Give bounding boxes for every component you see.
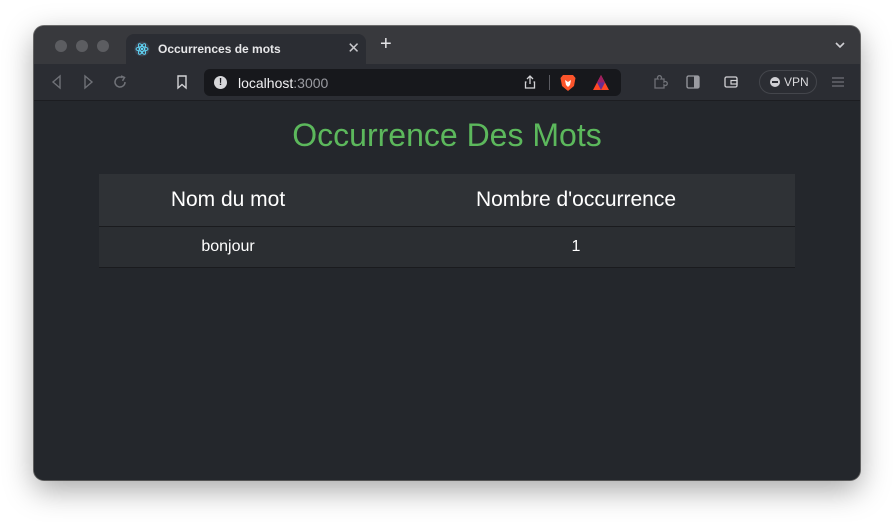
sidebar-icon[interactable] xyxy=(684,73,702,91)
tab-bar: Occurrences de mots ✕ + xyxy=(34,26,860,64)
close-window-button[interactable] xyxy=(55,40,67,52)
table-header-row: Nom du mot Nombre d'occurrence xyxy=(99,174,795,227)
menu-icon[interactable] xyxy=(831,75,845,89)
info-icon[interactable]: ! xyxy=(214,76,227,89)
page-content: Occurrence Des Mots Nom du mot Nombre d'… xyxy=(34,101,860,480)
brave-shield-icon[interactable] xyxy=(559,73,577,92)
share-icon[interactable] xyxy=(522,74,538,90)
vpn-status-dash xyxy=(772,81,778,83)
vpn-label: VPN xyxy=(784,75,809,89)
table-row: bonjour 1 xyxy=(99,226,795,268)
divider xyxy=(549,75,550,90)
column-header-count: Nombre d'occurrence xyxy=(357,174,795,227)
word-cell: bonjour xyxy=(99,226,357,268)
url-text: localhost:3000 xyxy=(238,75,328,91)
chevron-down-icon[interactable] xyxy=(834,39,846,51)
extensions-icon[interactable] xyxy=(651,73,669,91)
tab-active[interactable]: Occurrences de mots ✕ xyxy=(126,34,366,64)
wallet-icon[interactable] xyxy=(722,73,740,91)
window-controls xyxy=(55,40,109,52)
close-icon[interactable]: ✕ xyxy=(347,39,360,57)
bookmark-icon[interactable] xyxy=(173,73,191,91)
back-icon[interactable] xyxy=(48,73,66,91)
tab-title: Occurrences de mots xyxy=(158,42,281,56)
vpn-button[interactable]: VPN xyxy=(759,70,817,94)
page-title: Occurrence Des Mots xyxy=(292,117,602,153)
url-host: localhost xyxy=(238,75,294,91)
browser-toolbar: ! localhost:3000 VPN xyxy=(34,64,860,101)
forward-icon[interactable] xyxy=(79,73,97,91)
count-cell: 1 xyxy=(357,226,795,268)
react-icon xyxy=(134,41,150,57)
browser-window: Occurrences de mots ✕ + ! localhost:3000 xyxy=(34,26,860,480)
occurrence-table: Nom du mot Nombre d'occurrence bonjour 1 xyxy=(99,174,795,268)
brave-rewards-icon[interactable] xyxy=(592,74,610,91)
address-bar[interactable]: ! localhost:3000 xyxy=(204,69,621,96)
reload-icon[interactable] xyxy=(111,73,129,91)
minimize-window-button[interactable] xyxy=(76,40,88,52)
zoom-window-button[interactable] xyxy=(97,40,109,52)
url-port: :3000 xyxy=(293,75,329,91)
column-header-word: Nom du mot xyxy=(99,174,357,227)
plus-icon[interactable]: + xyxy=(380,34,392,54)
